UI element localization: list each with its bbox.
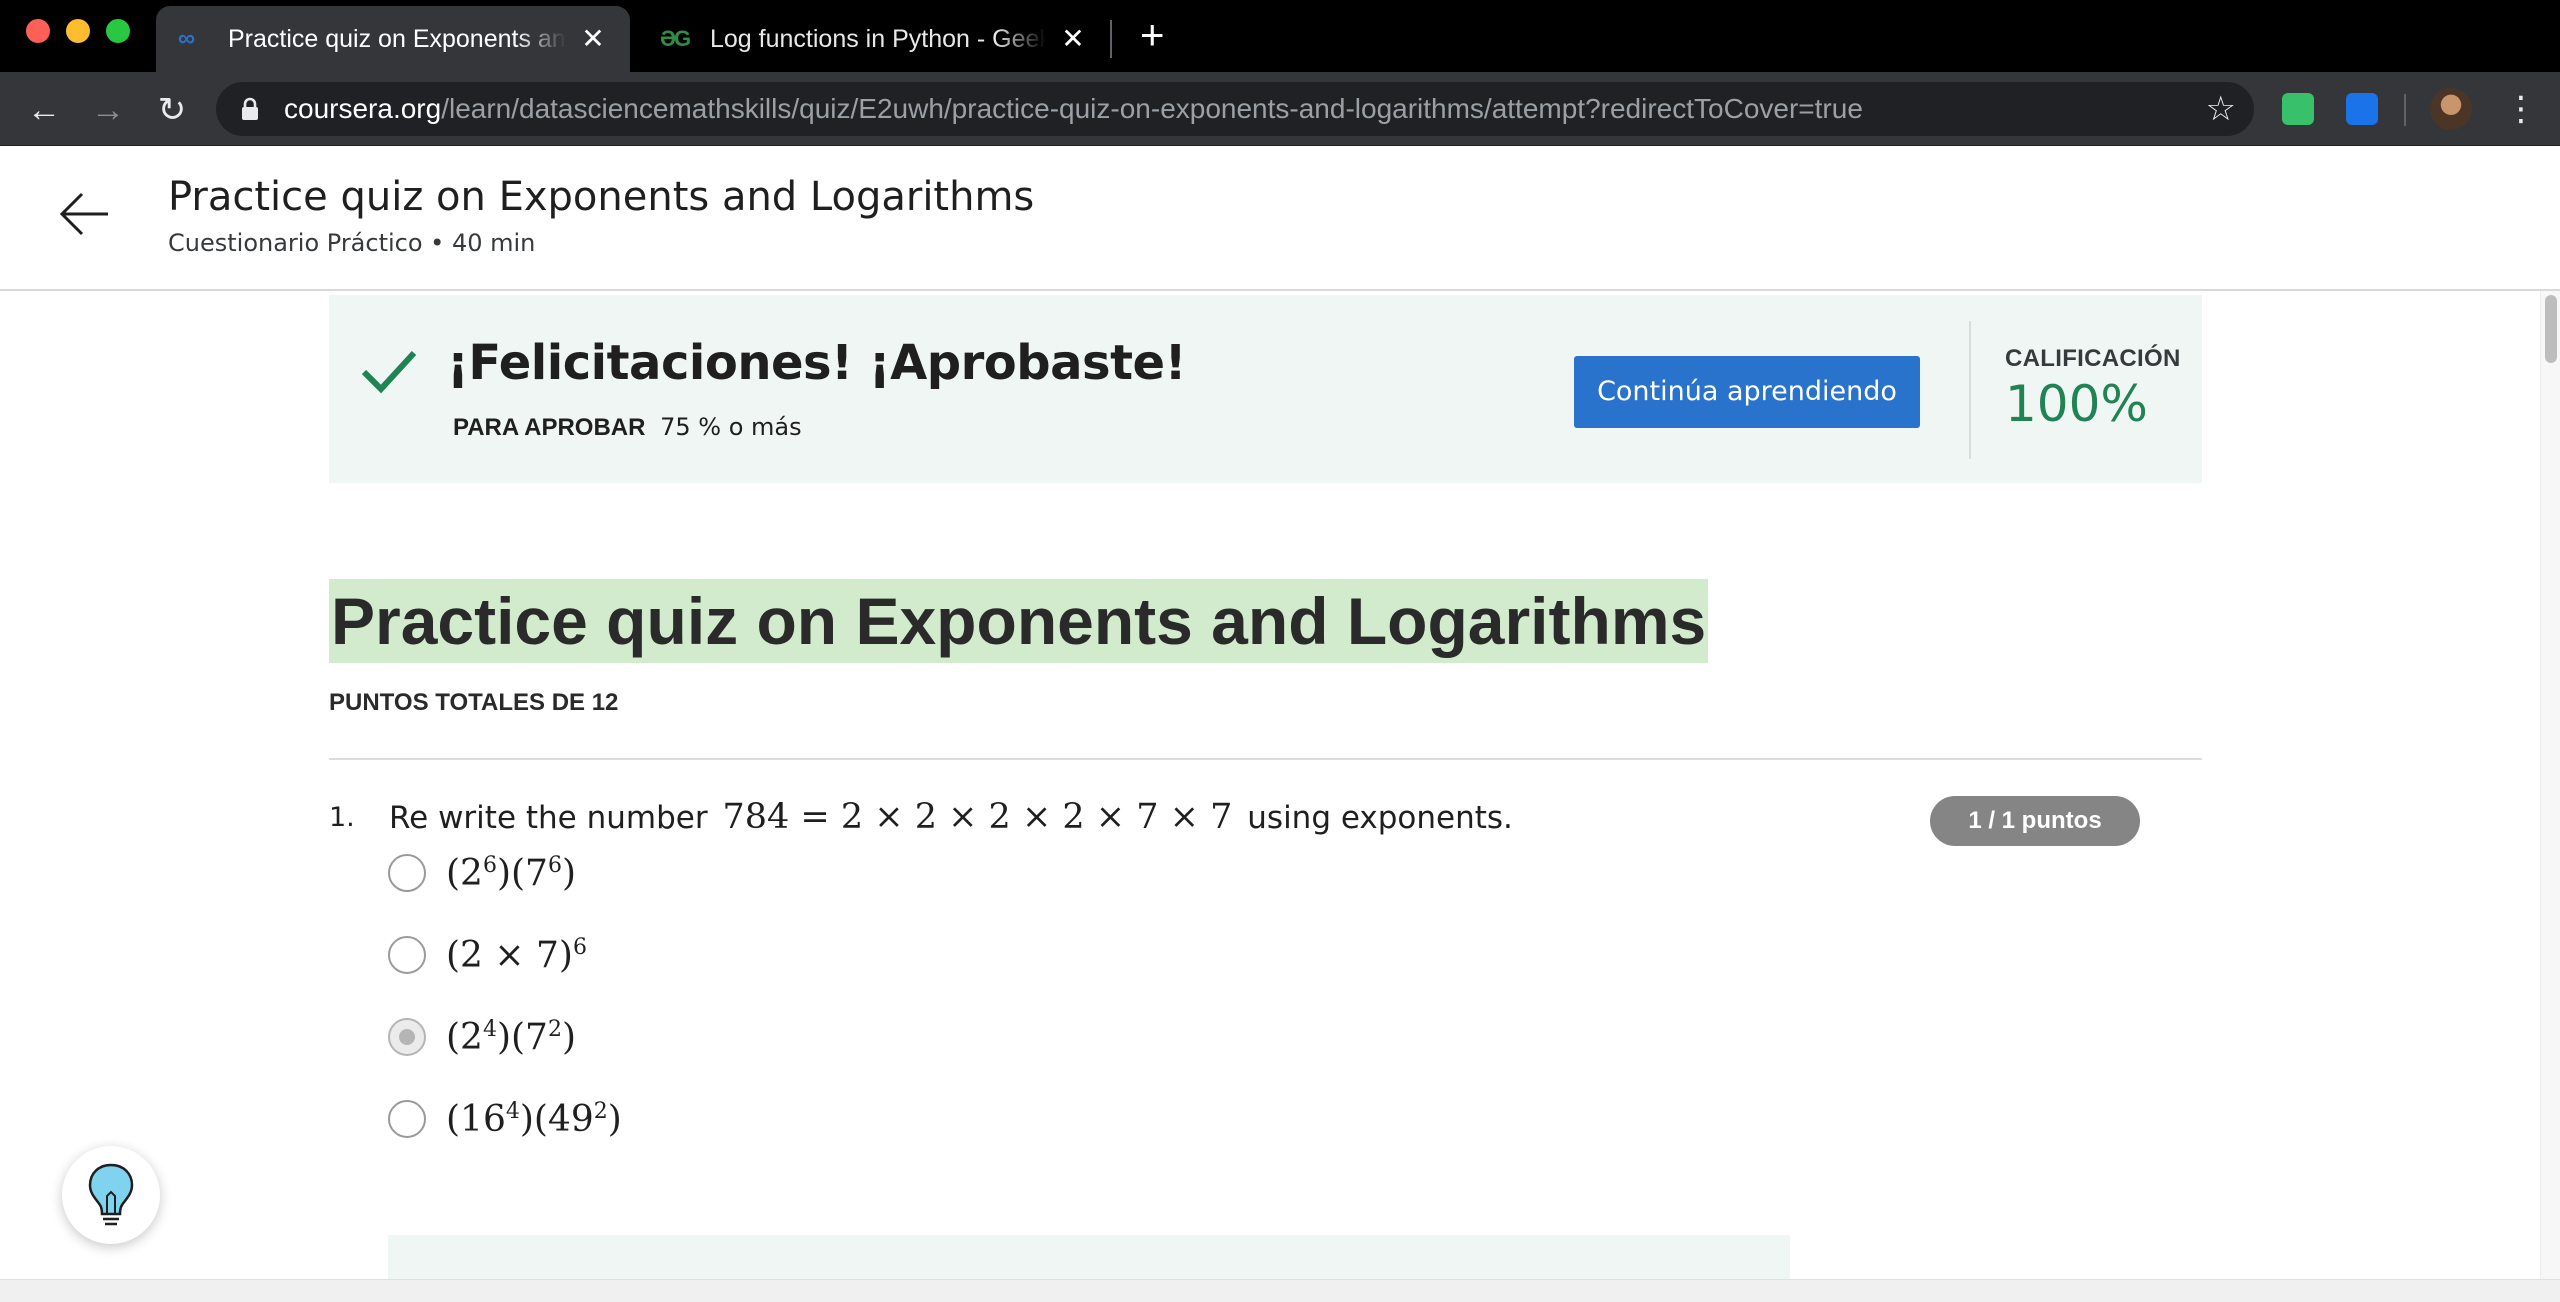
grade-label: CALIFICACIÓN (2005, 345, 2181, 372)
close-icon[interactable]: ✕ (1058, 25, 1088, 53)
question-number: 1. (329, 802, 355, 833)
pass-requirement-label: PARA APROBAR (453, 414, 646, 441)
tab-title: Practice quiz on Exponents and Logarithm… (228, 24, 566, 53)
tab-coursera-quiz[interactable]: ∞ Practice quiz on Exponents and Logarit… (156, 6, 630, 72)
scrollbar-thumb[interactable] (2545, 295, 2557, 363)
question-text-after: using exponents. (1247, 800, 1513, 836)
radio-button-selected[interactable] (388, 1018, 426, 1056)
option-label: (24)(72) (446, 1016, 576, 1058)
browser-toolbar: ← → ↻ coursera.org/learn/datasciencemath… (0, 72, 2560, 146)
option-label: (26)(76) (446, 852, 576, 894)
pass-requirement: PARA APROBAR 75 % o más (453, 413, 802, 442)
question-math: 784 = 2 × 2 × 2 × 2 × 7 × 7 (722, 797, 1233, 837)
back-arrow-icon[interactable] (56, 186, 112, 242)
pass-banner: ¡Felicitaciones! ¡Aprobaste! PARA APROBA… (329, 295, 2202, 483)
close-icon[interactable]: ✕ (578, 25, 608, 53)
option-label: (164)(492) (446, 1098, 622, 1140)
answer-option[interactable]: (2 × 7)6 (388, 925, 587, 985)
section-divider (329, 758, 2202, 760)
url-text: coursera.org/learn/datasciencemathskills… (284, 93, 1863, 124)
window-minimize-button[interactable] (66, 19, 90, 43)
help-button[interactable] (62, 1146, 160, 1244)
radio-button[interactable] (388, 854, 426, 892)
lightbulb-icon (88, 1163, 134, 1226)
tab-geeksforgeeks[interactable]: ƏG Log functions in Python - GeeksforGee… (638, 6, 1110, 72)
question-points-badge: 1 / 1 puntos (1930, 796, 2140, 846)
radio-button[interactable] (388, 936, 426, 974)
window-maximize-button[interactable] (106, 19, 130, 43)
window-close-button[interactable] (26, 19, 50, 43)
coursera-icon: ∞ (178, 25, 196, 52)
main-content: ¡Felicitaciones! ¡Aprobaste! PARA APROBA… (0, 291, 2540, 1279)
pass-message: ¡Felicitaciones! ¡Aprobaste! (447, 335, 1186, 391)
grade-divider (1969, 321, 1971, 459)
profile-avatar[interactable] (2430, 88, 2472, 130)
back-icon[interactable]: ← (22, 88, 66, 132)
forward-icon[interactable]: → (86, 88, 130, 132)
continue-learning-button[interactable]: Continúa aprendiendo (1574, 356, 1920, 428)
tab-divider (1110, 20, 1112, 58)
radio-button[interactable] (388, 1100, 426, 1138)
extension-icon[interactable] (2346, 93, 2378, 125)
address-bar[interactable]: coursera.org/learn/datasciencemathskills… (216, 82, 2254, 136)
lock-icon (242, 97, 258, 120)
browser-tab-bar: ∞ Practice quiz on Exponents and Logarit… (0, 0, 2560, 72)
total-points: PUNTOS TOTALES DE 12 (329, 689, 619, 716)
geeksforgeeks-icon: ƏG (660, 26, 691, 51)
bookmark-star-icon[interactable]: ☆ (2206, 92, 2236, 126)
pass-requirement-value: 75 % o más (660, 413, 802, 441)
option-label: (2 × 7)6 (446, 934, 587, 976)
quiz-title: Practice quiz on Exponents and Logarithm… (329, 579, 1709, 663)
feedback-box (388, 1235, 1790, 1279)
toolbar-divider (2404, 94, 2406, 126)
page-title: Practice quiz on Exponents and Logarithm… (168, 174, 1035, 220)
tab-title: Log functions in Python - GeeksforGeeks (710, 24, 1046, 53)
answer-option[interactable]: (26)(76) (388, 843, 576, 903)
question-text-before: Re write the number (389, 800, 708, 836)
page-subtitle: Cuestionario Práctico • 40 min (168, 229, 536, 257)
new-tab-button[interactable]: + (1140, 14, 1165, 56)
bottom-strip (0, 1279, 2560, 1302)
page-scrollbar[interactable] (2540, 291, 2560, 1279)
answer-option[interactable]: (164)(492) (388, 1089, 622, 1149)
answer-option-selected[interactable]: (24)(72) (388, 1007, 576, 1067)
extension-icon[interactable] (2282, 93, 2314, 125)
reload-icon[interactable]: ↻ (150, 88, 194, 132)
checkmark-icon (361, 350, 417, 394)
quiz-header: Practice quiz on Exponents and Logarithm… (0, 146, 2560, 291)
question-text: Re write the number 784 = 2 × 2 × 2 × 2 … (389, 797, 1513, 837)
browser-menu-icon[interactable]: ⋮ (2504, 86, 2538, 132)
grade-value: 100% (2005, 375, 2148, 433)
